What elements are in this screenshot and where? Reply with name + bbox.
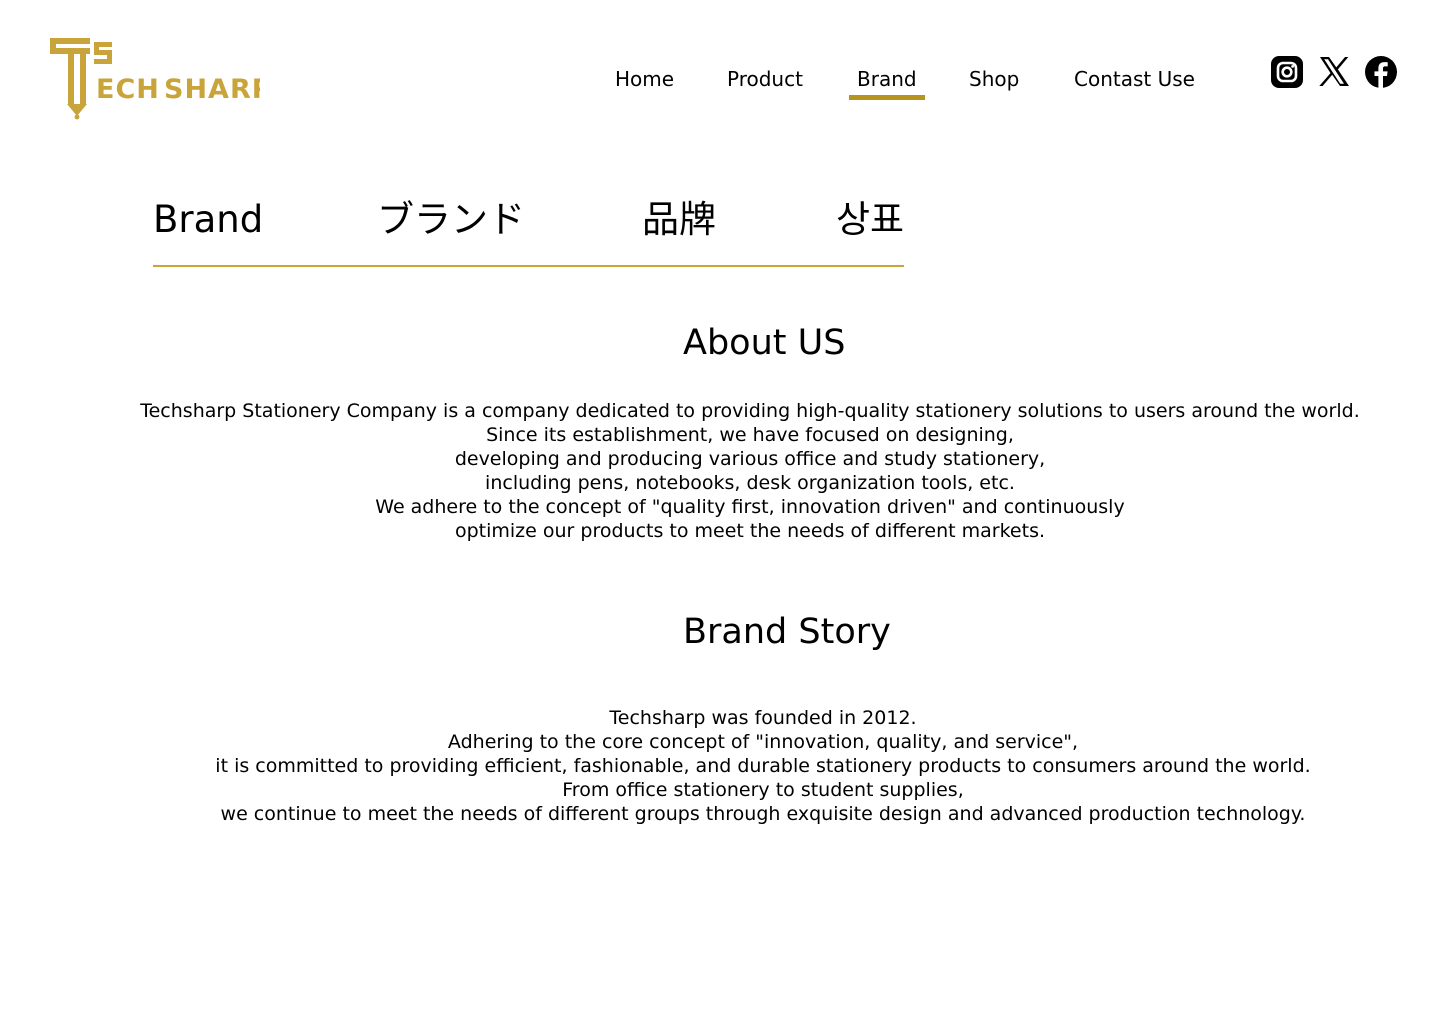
x-icon[interactable] [1317,55,1351,89]
about-line: Since its establishment, we have focused… [486,424,1014,446]
svg-text:SHARP: SHARP [164,74,260,105]
about-line: developing and producing various office … [454,448,1046,470]
story-line: From office stationery to student suppli… [562,779,964,801]
story-line: Adhering to the core concept of "innovat… [447,731,1079,753]
tab-brand-en[interactable]: Brand [153,196,263,244]
nav-item-home[interactable]: Home [615,64,674,94]
tech-sharp-logo[interactable]: ECH SHARP [50,38,260,120]
brand-story-title: Brand Story [683,612,891,652]
nav-item-brand[interactable]: Brand [849,64,925,100]
nav-item-product[interactable]: Product [727,64,803,94]
nav-item-contact[interactable]: Contast Use [1074,64,1195,94]
logo-mark: ECH SHARP [50,38,260,120]
about-paragraph: Techsharp Stationery Company is a compan… [0,399,1440,543]
story-line: it is committed to providing efficient, … [215,755,1311,777]
tab-brand-ko[interactable]: 상표 [836,196,904,244]
language-tabs: Brand ブランド 品牌 상표 [153,196,904,267]
brand-story-paragraph: Techsharp was founded in 2012. Adhering … [0,706,1440,826]
nav-item-shop[interactable]: Shop [969,64,1019,94]
about-line: including pens, notebooks, desk organiza… [485,472,1015,494]
about-title: About US [683,323,846,363]
instagram-icon[interactable] [1270,55,1304,89]
story-line: we continue to meet the needs of differe… [220,803,1306,825]
tab-brand-ja[interactable]: ブランド [377,196,525,244]
facebook-icon[interactable] [1364,55,1398,89]
story-line: Techsharp was founded in 2012. [609,707,917,729]
about-line: We adhere to the concept of "quality fir… [375,496,1125,518]
tab-brand-zh[interactable]: 品牌 [642,196,716,244]
svg-text:ECH: ECH [96,74,160,105]
about-line: Techsharp Stationery Company is a compan… [140,400,1360,422]
about-line: optimize our products to meet the needs … [454,520,1046,542]
